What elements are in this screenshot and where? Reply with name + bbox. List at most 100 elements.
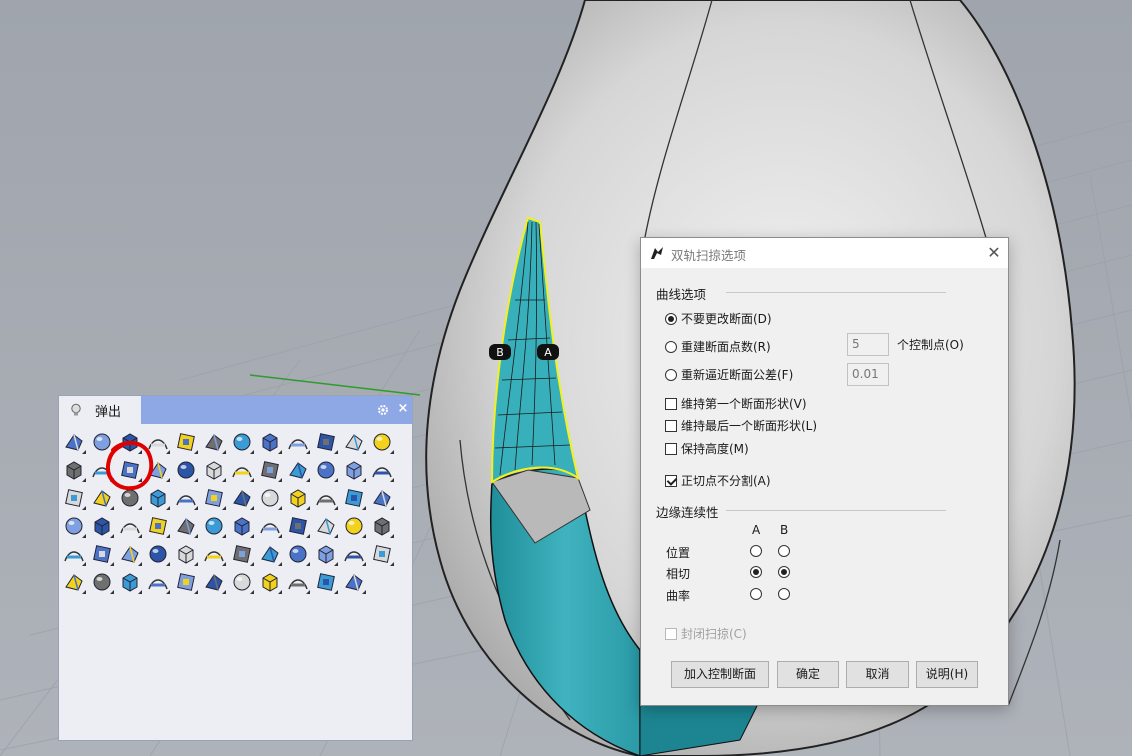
flat-panel-icon[interactable] — [173, 513, 199, 539]
offset-surface-icon[interactable] — [229, 485, 255, 511]
sheet-fold-icon[interactable] — [201, 513, 227, 539]
ruler-check-icon[interactable] — [89, 541, 115, 567]
pipe-y-icon[interactable] — [229, 541, 255, 567]
numbered-sheet-icon[interactable] — [229, 513, 255, 539]
tangent-b-radio[interactable] — [778, 566, 790, 578]
circle-dots-icon[interactable] — [173, 569, 199, 595]
vertical-dots-icon[interactable] — [341, 541, 367, 567]
stair-surface-icon[interactable] — [257, 485, 283, 511]
cloud-surface-icon[interactable] — [369, 429, 395, 455]
popup-tab-bar: 弹出 × — [59, 396, 412, 424]
planar-surface-icon[interactable] — [369, 457, 395, 483]
gear-icon[interactable] — [377, 404, 389, 416]
svg-text:A: A — [544, 346, 552, 359]
capsule-dots-icon[interactable] — [285, 541, 311, 567]
checkbox-closed-sweep-label: 封闭扫掠(C) — [681, 627, 747, 641]
ok-button[interactable]: 确定 — [777, 661, 839, 688]
patch-surface-icon[interactable] — [285, 457, 311, 483]
ground-plane-icon[interactable] — [61, 569, 87, 595]
grid-squares-icon[interactable] — [117, 541, 143, 567]
dotted-arch-icon[interactable] — [369, 513, 395, 539]
network-surface-icon[interactable] — [257, 457, 283, 483]
save-disk-icon[interactable] — [341, 569, 367, 595]
dialog-close-button[interactable]: ✕ — [985, 243, 1003, 263]
render-sphere-icon[interactable] — [61, 429, 87, 455]
position-b-radio[interactable] — [778, 545, 790, 557]
color-wheel-icon[interactable] — [257, 429, 283, 455]
spheres-pair-icon[interactable] — [61, 513, 87, 539]
blue-square-icon[interactable] — [369, 541, 395, 567]
checkbox-closed-sweep[interactable]: 封闭扫掠(C) — [665, 625, 747, 642]
sweep-1-rail-icon[interactable] — [229, 457, 255, 483]
add-section-button[interactable]: 加入控制断面 — [671, 661, 769, 688]
curve-arc-point-icon[interactable] — [173, 429, 199, 455]
hammer-tool-icon[interactable] — [285, 569, 311, 595]
radio-no-change[interactable]: 不要更改断面(D) — [665, 310, 772, 327]
radio-rebuild-label: 重建断面点数(R) — [681, 340, 771, 354]
box-solid-icon[interactable] — [117, 513, 143, 539]
gear-puzzle-icon[interactable] — [257, 513, 283, 539]
checkbox-no-split-tangent[interactable]: 正切点不分割(A) — [665, 472, 771, 489]
yellow-box-icon[interactable] — [257, 569, 283, 595]
fan-surface-icon[interactable] — [201, 457, 227, 483]
curvature-b-radio[interactable] — [778, 588, 790, 600]
railing-points-icon[interactable] — [89, 569, 115, 595]
smooth-curve-icon[interactable] — [117, 569, 143, 595]
yellow-plane-icon[interactable] — [229, 569, 255, 595]
popup-close-button[interactable]: × — [396, 401, 410, 417]
popup-toolbar: 弹出 × — [58, 395, 413, 741]
radio-refit[interactable]: 重新逼近断面公差(F) — [665, 366, 793, 383]
popup-tab[interactable]: 弹出 — [59, 396, 141, 424]
blend-curl-icon[interactable] — [285, 485, 311, 511]
dotted-chain-icon[interactable] — [201, 541, 227, 567]
row-curvature-label: 曲率 — [666, 589, 691, 603]
circle-degree-icon[interactable] — [229, 429, 255, 455]
cancel-button[interactable]: 取消 — [846, 661, 909, 688]
branch-nodes-icon[interactable] — [61, 541, 87, 567]
line-dotted-degree-icon[interactable] — [201, 429, 227, 455]
dotted-arc-icon[interactable] — [313, 513, 339, 539]
bounding-box-icon[interactable] — [173, 485, 199, 511]
cube-solid-icon[interactable] — [89, 513, 115, 539]
spiral-icon[interactable] — [145, 569, 171, 595]
cone-yellow-icon[interactable] — [313, 429, 339, 455]
boolean-difference-icon[interactable] — [341, 485, 367, 511]
radio-rebuild[interactable]: 重建断面点数(R) — [665, 338, 771, 355]
plane-normal-icon[interactable] — [201, 485, 227, 511]
boolean-union-icon[interactable] — [313, 485, 339, 511]
checkbox-last-shape[interactable]: 维持最后一个断面形状(L) — [665, 417, 817, 434]
mirror-surface-icon[interactable] — [313, 541, 339, 567]
box-shaded-icon[interactable] — [285, 429, 311, 455]
dotted-circle-icon[interactable] — [145, 541, 171, 567]
refit-tolerance-input[interactable]: 0.01 — [847, 363, 889, 386]
checkbox-maintain-height-label: 保持高度(M) — [681, 442, 749, 456]
sphere-highlight-icon[interactable] — [61, 485, 87, 511]
book-surface-icon[interactable] — [257, 541, 283, 567]
curvature-a-radio[interactable] — [750, 588, 762, 600]
help-button[interactable]: 说明(H) — [916, 661, 978, 688]
checkbox-box — [665, 442, 677, 455]
boolean-split-icon[interactable] — [369, 485, 395, 511]
box-blue-icon[interactable] — [61, 457, 87, 483]
surface-funnel-icon[interactable] — [173, 457, 199, 483]
position-a-radio[interactable] — [750, 545, 762, 557]
light-bulb-icon — [71, 403, 81, 416]
checkbox-first-shape[interactable]: 维持第一个断面形状(V) — [665, 395, 807, 412]
sweep2-options-dialog: 双轨扫掠选项 ✕ 曲线选项 不要更改断面(D) 重建断面点数(R) 5 个控制点… — [640, 237, 1009, 706]
extrude-cube-icon[interactable] — [313, 457, 339, 483]
twisted-surface-icon[interactable] — [341, 457, 367, 483]
lines-surface-icon[interactable] — [145, 513, 171, 539]
popup-tab-label: 弹出 — [95, 404, 122, 420]
checkbox-maintain-height[interactable]: 保持高度(M) — [665, 440, 749, 457]
cube-yellow-icon[interactable] — [341, 429, 367, 455]
red-circle-annotation — [105, 441, 154, 491]
arrow-points-icon[interactable] — [201, 569, 227, 595]
tangent-a-radio[interactable] — [750, 566, 762, 578]
radio-indicator — [665, 368, 677, 381]
arrow-sweep-icon[interactable] — [341, 513, 367, 539]
dialog-titlebar[interactable]: 双轨扫掠选项 ✕ — [641, 238, 1008, 268]
light-bulb-icon[interactable] — [313, 569, 339, 595]
lightning-break-icon[interactable] — [285, 513, 311, 539]
black-square-icon[interactable] — [173, 541, 199, 567]
rebuild-points-input[interactable]: 5 — [847, 333, 889, 356]
